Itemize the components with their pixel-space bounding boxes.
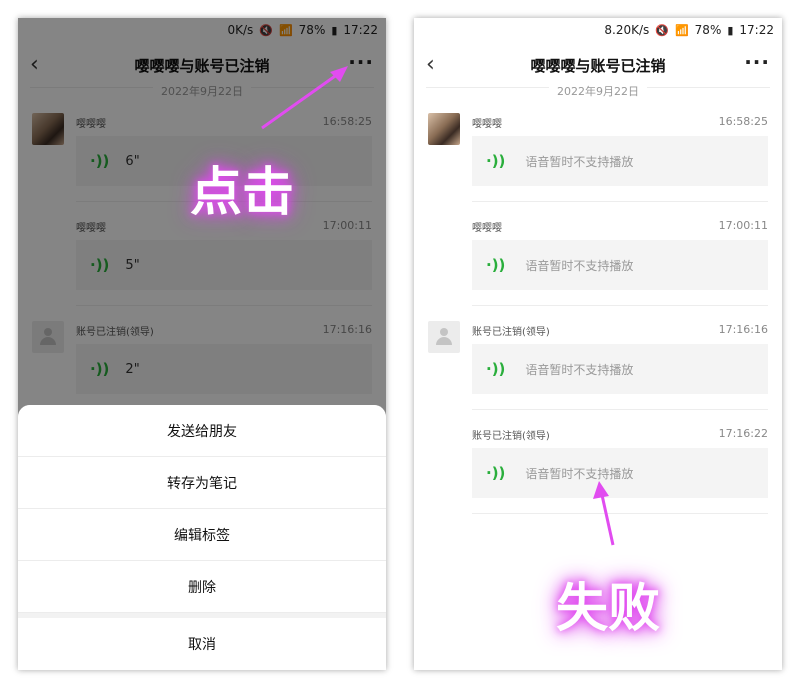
fail-arrow xyxy=(593,481,615,546)
click-annotation: 点击 xyxy=(190,163,295,223)
click-arrow xyxy=(261,66,348,130)
annotation-arrows xyxy=(261,66,615,546)
fail-annotation: 失败 xyxy=(556,579,661,639)
